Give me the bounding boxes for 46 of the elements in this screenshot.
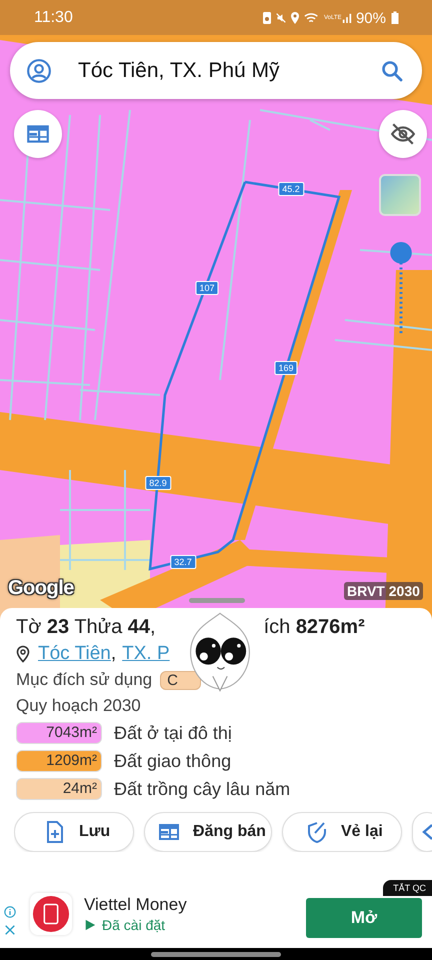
search-field[interactable]: Tóc Tiên, TX. Phú Mỹ bbox=[10, 42, 422, 99]
drag-handle[interactable] bbox=[189, 598, 245, 603]
edge-length-label: 45.2 bbox=[278, 182, 304, 196]
home-indicator[interactable] bbox=[151, 952, 281, 956]
edge-length-label: 107 bbox=[195, 281, 219, 295]
zone-area-tag: 7043m² bbox=[16, 722, 102, 744]
usage-chip: C bbox=[160, 670, 201, 690]
zone-area-tag: 24m² bbox=[16, 778, 102, 800]
play-store-icon bbox=[84, 919, 96, 931]
zone-name: Đất trồng cây lâu năm bbox=[114, 778, 290, 800]
app-icon bbox=[30, 893, 72, 935]
action-button[interactable]: Vẻ lại bbox=[282, 812, 402, 852]
status-time: 11:30 bbox=[34, 9, 73, 27]
edge-length-label: 32.7 bbox=[170, 555, 196, 569]
zone-area-tag: 1209m² bbox=[16, 750, 102, 772]
install-status: Đã cài đặt bbox=[102, 917, 166, 933]
mute-icon bbox=[276, 11, 286, 25]
account-icon bbox=[26, 58, 52, 84]
pen-shield-icon bbox=[305, 820, 329, 844]
action-button[interactable]: Đăng bán bbox=[144, 812, 272, 852]
zone-name: Đất ở tại đô thị bbox=[114, 722, 232, 744]
eye-off-icon bbox=[390, 121, 416, 147]
battery-level: 90% bbox=[356, 10, 386, 26]
action-button[interactable]: Lưu bbox=[14, 812, 134, 852]
close-icon[interactable] bbox=[4, 924, 16, 936]
open-button[interactable]: Mở bbox=[306, 898, 422, 938]
edge-length-label: 169 bbox=[274, 361, 298, 375]
location-icon bbox=[290, 11, 300, 25]
parcel-area-title: ích 8276m² bbox=[264, 616, 365, 639]
battery-icon bbox=[390, 11, 400, 25]
info-icon[interactable] bbox=[4, 906, 16, 918]
edge-length-label: 82.9 bbox=[145, 476, 171, 490]
wifi-icon bbox=[304, 11, 320, 25]
location-pin-icon bbox=[16, 645, 30, 663]
app-name: Viettel Money bbox=[84, 895, 188, 915]
map-layer-badge: BRVT 2030 bbox=[344, 582, 423, 600]
signal-icon bbox=[342, 11, 352, 25]
address-separator: , bbox=[110, 643, 116, 665]
satellite-layer-thumbnail[interactable] bbox=[379, 174, 421, 216]
parcel-title: Tờ 23 Thửa 44, bbox=[16, 616, 156, 639]
zone-name: Đất giao thông bbox=[114, 750, 232, 772]
map-attribution: Google bbox=[8, 577, 74, 600]
search-icon[interactable] bbox=[380, 58, 404, 82]
usage-label: Mục đích sử dụng bbox=[16, 670, 152, 690]
plan-heading: Quy hoạch 2030 bbox=[16, 696, 142, 716]
hide-ad-label[interactable]: TẮT QC bbox=[383, 880, 432, 896]
